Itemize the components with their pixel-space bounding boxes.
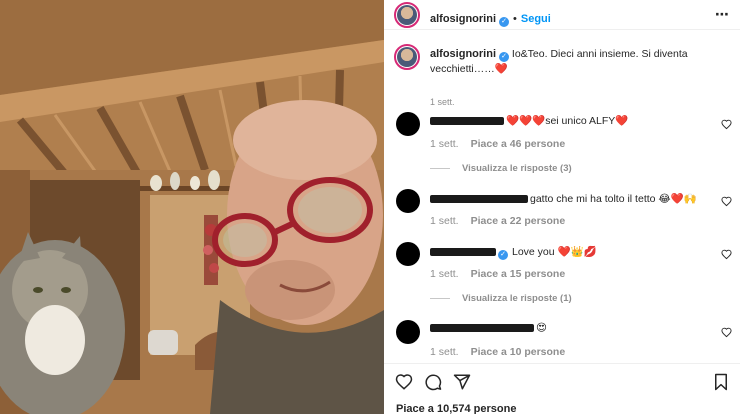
comment-time: 1 sett. bbox=[430, 138, 459, 150]
heart-icon[interactable] bbox=[395, 373, 413, 391]
comment-time: 1 sett. bbox=[430, 215, 459, 227]
follow-button[interactable]: Segui bbox=[521, 13, 551, 25]
comment-likes[interactable]: Piace a 15 persone bbox=[471, 268, 566, 280]
post-caption: alfosignorini ✓ Io&Teo. Dieci anni insiem… bbox=[430, 47, 730, 109]
commenter-avatar[interactable] bbox=[396, 189, 420, 213]
view-replies-label: Visualizza le risposte (3) bbox=[462, 163, 572, 174]
comment-text: Love you ❤️👑💋 bbox=[512, 246, 597, 258]
comment-time: 1 sett. bbox=[430, 346, 459, 358]
heart-icon[interactable] bbox=[721, 196, 732, 207]
heart-icon[interactable] bbox=[721, 119, 732, 130]
reply-divider-line bbox=[430, 167, 450, 169]
comment-text: 😍 bbox=[536, 322, 547, 334]
author-avatar[interactable] bbox=[394, 2, 420, 28]
separator-dot: • bbox=[513, 13, 517, 25]
more-icon[interactable]: ⋯ bbox=[715, 6, 730, 23]
redacted-username bbox=[430, 324, 534, 333]
post-header: alfosignorini ✓ • Segui ⋯ bbox=[384, 0, 740, 30]
caption-avatar[interactable] bbox=[394, 44, 420, 70]
verified-badge-icon: ✓ bbox=[499, 17, 509, 27]
author-username[interactable]: alfosignorini bbox=[430, 13, 496, 25]
caption-time: 1 sett. bbox=[430, 97, 455, 107]
post-photo[interactable] bbox=[0, 0, 384, 414]
comment-icon[interactable] bbox=[424, 373, 442, 391]
commenter-avatar[interactable] bbox=[396, 112, 420, 136]
comment-likes[interactable]: Piace a 10 persone bbox=[471, 346, 566, 358]
heart-icon[interactable] bbox=[721, 327, 732, 338]
comment-text: ❤️❤️❤️sei unico ALFY❤️ bbox=[506, 115, 629, 127]
comment-likes[interactable]: Piace a 22 persone bbox=[471, 215, 566, 227]
post-likes-count[interactable]: Piace a 10,574 persone bbox=[396, 403, 516, 414]
commenter-avatar[interactable] bbox=[396, 242, 420, 266]
photo-illustration bbox=[0, 0, 384, 414]
verified-badge-icon: ✓ bbox=[498, 250, 508, 260]
view-replies-link[interactable]: Visualizza le risposte (1) bbox=[430, 293, 572, 304]
action-bar: Piace a 10,574 persone bbox=[384, 363, 740, 414]
view-replies-label: Visualizza le risposte (1) bbox=[462, 293, 572, 304]
reply-divider-line bbox=[430, 297, 450, 299]
bookmark-icon[interactable] bbox=[712, 373, 730, 391]
heart-icon[interactable] bbox=[721, 249, 732, 260]
redacted-username bbox=[430, 195, 528, 204]
caption-username[interactable]: alfosignorini bbox=[430, 48, 496, 60]
verified-badge-icon: ✓ bbox=[499, 52, 509, 62]
comment-time: 1 sett. bbox=[430, 268, 459, 280]
post-details-panel: alfosignorini ✓ • Segui ⋯ alfosignorini ✓ Io… bbox=[384, 0, 740, 414]
comment-text: gatto che mi ha tolto il tetto 😂❤️🙌 bbox=[530, 193, 697, 205]
view-replies-link[interactable]: Visualizza le risposte (3) bbox=[430, 163, 572, 174]
comment-likes[interactable]: Piace a 46 persone bbox=[471, 138, 566, 150]
commenter-avatar[interactable] bbox=[396, 320, 420, 344]
redacted-username bbox=[430, 117, 504, 126]
share-icon[interactable] bbox=[453, 373, 471, 391]
redacted-username bbox=[430, 248, 496, 257]
